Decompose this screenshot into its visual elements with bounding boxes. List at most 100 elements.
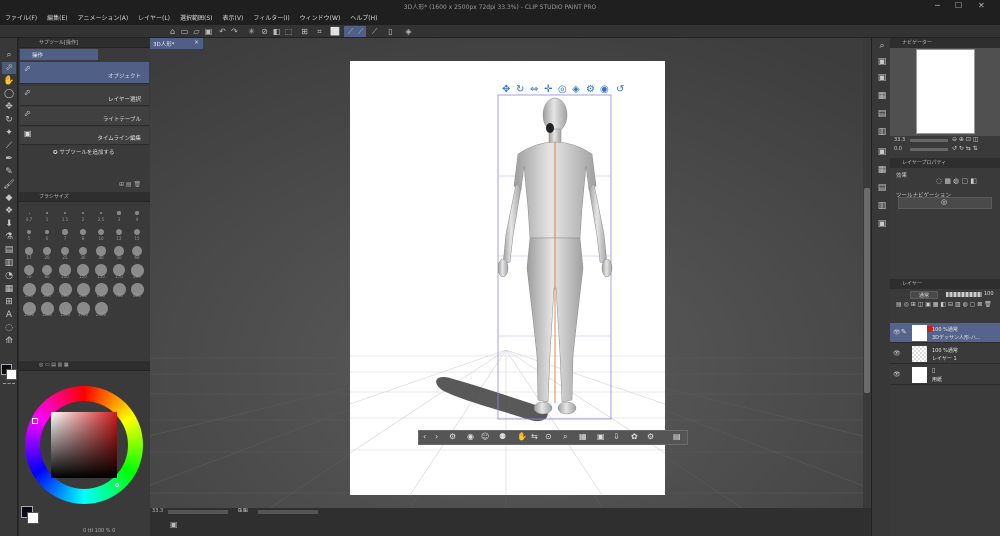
deselect-icon[interactable]: ⊞	[300, 27, 309, 36]
visibility-eye-icon[interactable]: 👁	[893, 350, 901, 357]
saturation-value-square[interactable]	[51, 412, 117, 478]
navigator-angle[interactable]: 0.0	[894, 146, 902, 152]
navigator-rotate-buttons[interactable]: ↺ ↻ ⇆ ⇅	[952, 145, 978, 152]
brush-size-cell[interactable]: 12	[111, 225, 127, 241]
brush-size-cell[interactable]: 1200	[39, 301, 55, 317]
zoom-tool-icon[interactable]: ⌕	[2, 49, 16, 61]
new-file-icon[interactable]: ▭	[180, 27, 189, 36]
dock-sub-view-icon[interactable]: ▣	[875, 72, 889, 84]
dock-search-icon[interactable]: ⌕	[875, 40, 889, 52]
dock-history-icon[interactable]: ▤	[875, 108, 889, 120]
layer-tool-icons[interactable]: ▤ ◎ ⊞ ◫ ▣ ▦ ◧ ⊟ ▥ ◍ ▢ ⊠ 🗑	[896, 301, 992, 308]
brush-size-cell[interactable]: 1000	[21, 301, 37, 317]
brush-size-cell[interactable]: 60	[129, 244, 145, 260]
add-subtool-button[interactable]: ✪ サブツールを追加する	[53, 148, 114, 156]
frame-tool-icon[interactable]: ▦	[2, 283, 16, 295]
brush-size-cell[interactable]: 15	[129, 225, 145, 241]
canvas-tab[interactable]: 3D人形* ×	[150, 38, 203, 49]
snap-special-icon[interactable]: ⟋	[370, 27, 379, 36]
status-angle[interactable]: 0.0	[238, 508, 246, 514]
navigator-zoom-buttons[interactable]: ⊖ ⊕ ⊡ ◫	[952, 136, 978, 143]
brush-size-cell[interactable]: 800	[129, 282, 145, 298]
brush-tool-icon[interactable]: 🖌	[2, 179, 16, 191]
brush-size-cell[interactable]: 120	[75, 263, 91, 279]
brush-size-cell[interactable]: 2	[75, 206, 91, 222]
settings-icon[interactable]: ⚙	[647, 432, 654, 441]
menu-selection[interactable]: 選択範囲(S)	[175, 12, 218, 25]
hand-pose-icon[interactable]: ✋	[517, 432, 527, 441]
color-sub-swatch[interactable]	[27, 512, 39, 524]
brush-size-cell[interactable]: 40	[93, 244, 109, 260]
pose-library-icon[interactable]: ▣	[597, 432, 605, 441]
blend-mode-select[interactable]: 通常	[910, 291, 938, 299]
balloon-tool-icon[interactable]: ◌	[2, 322, 16, 334]
hue-marker[interactable]	[32, 418, 38, 424]
clip-studio-icon[interactable]: ◈	[404, 27, 413, 36]
body-shape-icon[interactable]: ⚉	[499, 432, 506, 441]
dock-timeline-icon[interactable]: ▣	[875, 218, 889, 230]
visibility-eye-icon[interactable]: 👁	[893, 371, 901, 378]
lasso-tool-icon[interactable]: ◯	[2, 88, 16, 100]
canvas-tab-close-icon[interactable]: ×	[194, 39, 199, 46]
brush-size-cell[interactable]: 500	[75, 282, 91, 298]
dock-brush-icon[interactable]: ▦	[875, 164, 889, 176]
navigator-preview[interactable]	[890, 48, 1000, 136]
subtool-item-layer-select[interactable]: ⬀ レイヤー選択	[20, 86, 149, 106]
decoration-tool-icon[interactable]: ❖	[2, 205, 16, 217]
snap-ruler-icon[interactable]: ⟋	[346, 27, 355, 36]
brush-size-cell[interactable]: 700	[111, 282, 127, 298]
subtool-group-tab[interactable]: 操作	[20, 49, 98, 60]
select-all-icon[interactable]: ⬜	[330, 27, 340, 36]
status-zoom[interactable]: 33.3	[152, 508, 163, 514]
brush-size-cell[interactable]: 20	[39, 244, 55, 260]
menu-layer[interactable]: レイヤー(L)	[133, 12, 175, 25]
brush-size-cell[interactable]: 8	[75, 225, 91, 241]
brush-size-cell[interactable]: 25	[57, 244, 73, 260]
ruler-tool-icon[interactable]: ⊞	[2, 296, 16, 308]
eyedropper-tool-icon[interactable]: ⟋	[2, 140, 16, 152]
flip-icon[interactable]: ⇆	[531, 432, 538, 441]
wand-tool-icon[interactable]: ✦	[2, 127, 16, 139]
layer-row-layer-1[interactable]: 👁 100 %通常 レイヤー 1	[890, 344, 1000, 364]
materials-icon[interactable]: ✿	[631, 432, 638, 441]
brush-size-cell[interactable]: 600	[93, 282, 109, 298]
move-tool-icon[interactable]: ✥	[2, 101, 16, 113]
menu-edit[interactable]: 編集(E)	[42, 12, 72, 25]
brush-size-cell[interactable]: 2000	[93, 301, 109, 317]
vertical-scroll-thumb[interactable]	[864, 188, 870, 393]
redo-icon[interactable]: ↷	[230, 27, 239, 36]
object-list-icon[interactable]: ▤	[673, 432, 681, 441]
reset-icon[interactable]: ⊙	[545, 432, 552, 441]
home-icon[interactable]: ⌂	[168, 27, 177, 36]
operation-tool-icon[interactable]: ⬀	[2, 62, 16, 74]
pencil-tool-icon[interactable]: ✎	[2, 166, 16, 178]
brush-size-cell[interactable]: 80	[39, 263, 55, 279]
3d-manipulator-icons[interactable]: ✥ ↻ ⇔ ✛ ◎ ◈ ⚙ ◉ ↺	[502, 84, 624, 95]
save-icon[interactable]: ▣	[204, 27, 213, 36]
brush-size-cell[interactable]: 0.7	[21, 206, 37, 222]
camera-icon[interactable]: ⚙	[449, 432, 456, 441]
brush-size-cell[interactable]: 17	[21, 244, 37, 260]
rotate-tool-icon[interactable]: ↻	[2, 114, 16, 126]
brush-size-cell[interactable]: 200	[129, 263, 145, 279]
brush-size-cell[interactable]: 150	[93, 263, 109, 279]
brush-size-cell[interactable]: 170	[111, 263, 127, 279]
next-icon[interactable]: ›	[435, 432, 438, 441]
search-icon[interactable]: ⌕	[563, 432, 567, 442]
brush-size-cell[interactable]: 6	[39, 225, 55, 241]
close-button[interactable]: ✕	[978, 1, 985, 10]
download-icon[interactable]: ⇩	[613, 432, 620, 441]
brush-size-cell[interactable]: 7	[57, 225, 73, 241]
menu-window[interactable]: ウィンドウ(W)	[295, 12, 346, 25]
brush-size-cell[interactable]: 1500	[57, 301, 73, 317]
correct-line-tool-icon[interactable]: ⟰	[2, 335, 16, 347]
hand-tool-icon[interactable]: ✋	[2, 75, 16, 87]
maximize-button[interactable]: ☐	[955, 1, 962, 10]
status-panel-icon[interactable]: ▣	[170, 520, 178, 529]
brush-size-cell[interactable]: 1	[39, 206, 55, 222]
lock-icon[interactable]: ◉	[467, 432, 474, 441]
menu-animation[interactable]: アニメーション(A)	[73, 12, 134, 25]
subtool-item-timeline-edit[interactable]: ▣ タイムライン編集	[20, 127, 149, 145]
brush-size-cell[interactable]: 10	[93, 225, 109, 241]
visibility-eye-icon[interactable]: 👁	[893, 329, 901, 336]
